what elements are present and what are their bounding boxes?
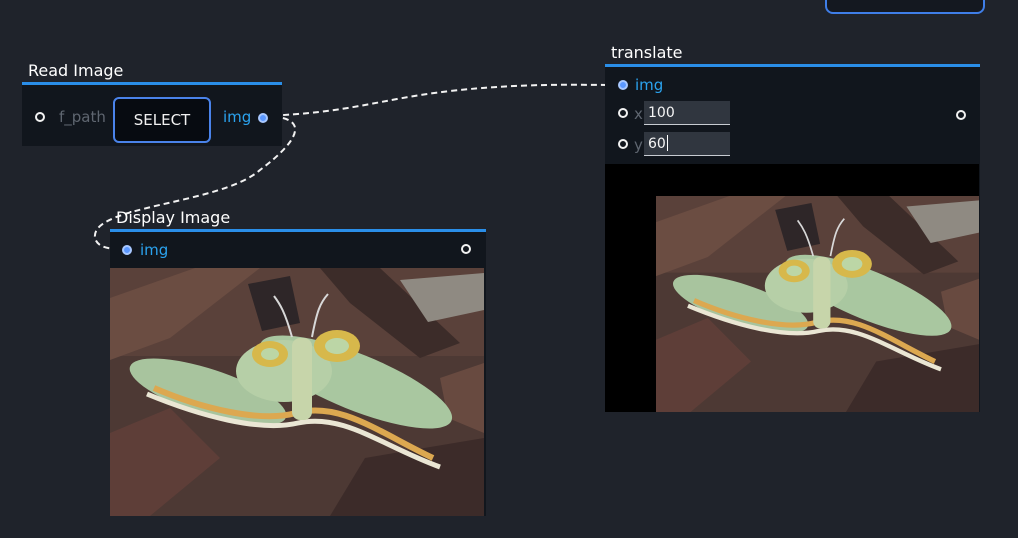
text-caret [666, 135, 668, 151]
translate-input-port[interactable] [618, 80, 628, 90]
translate-y-value: 60 [648, 136, 666, 152]
read-image-output-label: img [223, 108, 252, 126]
read-image-title: Read Image [28, 61, 124, 80]
translate-x-port[interactable] [618, 108, 628, 118]
read-image-fpath-port[interactable] [35, 112, 45, 122]
top-action-button[interactable] [825, 0, 985, 14]
display-image-body: img [110, 232, 486, 516]
translate-title: translate [611, 43, 683, 62]
read-image-node: Read Image f_path SELECT img [22, 62, 282, 146]
display-image-output-port[interactable] [461, 244, 471, 254]
read-image-fpath-label: f_path [59, 108, 106, 126]
translate-y-port[interactable] [618, 139, 628, 149]
display-image-node: Display Image img [110, 209, 486, 516]
translate-preview [656, 196, 979, 412]
translate-y-input[interactable]: 60 [644, 132, 730, 156]
translate-node: translate img x 100 y 60 [605, 44, 980, 412]
moth-image [110, 268, 484, 516]
translate-output-port[interactable] [956, 110, 966, 120]
display-image-title: Display Image [116, 208, 231, 227]
translate-x-label: x [634, 105, 643, 123]
translate-x-value: 100 [648, 105, 675, 121]
read-image-body: f_path SELECT img [22, 85, 282, 146]
display-image-preview [110, 268, 484, 516]
translate-y-label: y [634, 136, 643, 154]
select-file-button[interactable]: SELECT [113, 97, 211, 143]
moth-image [656, 196, 979, 412]
read-image-output-port[interactable] [258, 113, 268, 123]
display-image-input-port[interactable] [122, 245, 132, 255]
translate-x-input[interactable]: 100 [644, 101, 730, 125]
connection-read-to-translate [262, 83, 624, 117]
translate-body: img x 100 y 60 [605, 67, 980, 412]
translate-input-label: img [635, 76, 664, 94]
display-image-input-label: img [140, 241, 169, 259]
translate-preview-frame [605, 164, 979, 412]
